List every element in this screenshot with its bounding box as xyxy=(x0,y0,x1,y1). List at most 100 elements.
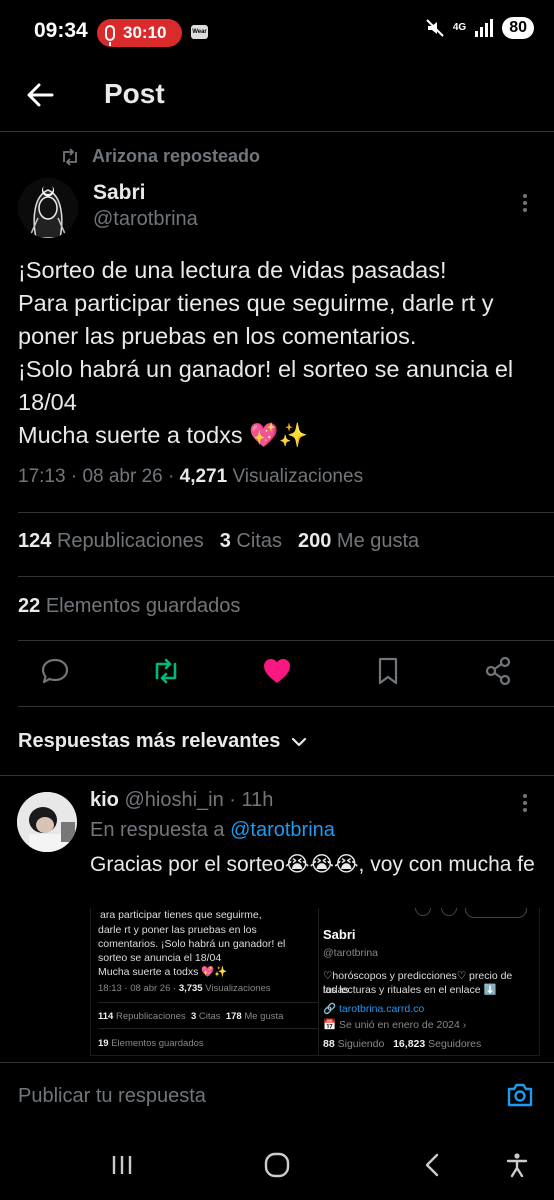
back-arrow-icon[interactable] xyxy=(26,81,54,109)
reply-image-left[interactable]: ara participar tienes que seguirme, darl… xyxy=(90,908,320,1056)
post-text: ¡Sorteo de una lectura de vidas pasadas!… xyxy=(18,257,514,448)
likes-stat[interactable]: 200 Me gusta xyxy=(298,530,419,553)
reply-image-right[interactable]: Sabri @tarotbrina ♡horóscopos y predicci… xyxy=(318,908,540,1056)
mini-saves-count: 19 xyxy=(98,1038,109,1049)
mini-profile-name: Sabri xyxy=(323,927,356,942)
reply-avatar[interactable] xyxy=(17,792,77,852)
replies-sort-dropdown[interactable]: Respuestas más relevantes xyxy=(18,730,308,753)
chevron-down-icon xyxy=(292,737,307,746)
recent-apps-icon[interactable] xyxy=(110,1152,136,1178)
mini-joined-text: Se unió en enero de 2024 xyxy=(339,1019,460,1031)
view-label: Visualizaciones xyxy=(232,466,364,487)
saves-label: Elementos guardados xyxy=(45,595,241,617)
reposts-stat[interactable]: 124 Republicaciones xyxy=(18,530,204,553)
divider xyxy=(98,1028,319,1029)
mini-meta-views-label: Visualizaciones xyxy=(205,983,271,994)
mini-joined: 📅 Se unió en enero de 2024 › xyxy=(323,1019,467,1031)
repost-label: Arizona reposteado xyxy=(92,146,261,166)
mini-text-line: comentarios. ¡Solo habrá un ganador! el xyxy=(98,938,286,950)
avatar-illustration xyxy=(18,178,78,238)
sort-label: Respuestas más relevantes xyxy=(18,730,281,752)
status-bar: 09:34 30:10 Wear 4G 80 xyxy=(0,0,554,66)
reply-author-name[interactable]: kio xyxy=(90,789,119,811)
heart-icon[interactable] xyxy=(262,656,292,686)
share-icon[interactable] xyxy=(483,656,513,686)
bookmark-icon[interactable] xyxy=(373,656,403,686)
mini-stats: 114 Republicaciones 3 Citas 178 Me gusta xyxy=(98,1010,283,1024)
mini-likes: 178 xyxy=(225,1011,242,1022)
reply-composer[interactable]: Publicar tu respuesta xyxy=(0,1062,554,1130)
saves-stat[interactable]: 22 Elementos guardados xyxy=(18,595,240,618)
mini-notify-icon xyxy=(441,908,457,916)
home-icon[interactable] xyxy=(264,1152,290,1178)
mini-text-line: sorteo se anuncia el 18/04 xyxy=(98,952,222,964)
mini-meta-views: 3,735 xyxy=(178,983,203,994)
divider xyxy=(98,1002,319,1003)
reply-header: kio @hioshi_in · 11h xyxy=(90,789,274,811)
divider xyxy=(18,512,554,513)
divider xyxy=(18,640,554,641)
mini-saves-label: Elementos guardados xyxy=(111,1038,204,1049)
mini-follow-button xyxy=(465,908,527,918)
likes-label: Me gusta xyxy=(336,530,420,552)
reposts-label: Republicaciones xyxy=(56,530,204,552)
likes-count: 200 xyxy=(297,530,332,552)
post-meta: 17:13 · 08 abr 26 · 4,271 Visualizacione… xyxy=(18,466,364,487)
reply-context: En respuesta a @tarotbrina xyxy=(90,819,335,842)
reply-input-placeholder[interactable]: Publicar tu respuesta xyxy=(18,1085,206,1108)
reposts-count: 124 xyxy=(18,530,52,552)
top-bar: Post xyxy=(0,66,554,132)
reply-to-mention[interactable]: @tarotbrina xyxy=(230,819,335,841)
mini-likes-label: Me gusta xyxy=(244,1011,284,1022)
system-navigation-bar xyxy=(0,1130,554,1200)
microphone-icon xyxy=(105,25,115,46)
engagement-stats: 124 Republicaciones 3 Citas 200 Me gusta xyxy=(18,530,419,553)
mini-meta: 18:13 · 08 abr 26 · 3,735 Visualizacione… xyxy=(98,982,271,996)
repost-icon[interactable] xyxy=(151,656,181,686)
page-title: Post xyxy=(104,78,165,109)
saves-count: 22 xyxy=(18,595,41,617)
network-type: 4G xyxy=(452,22,467,33)
mini-followers-count: 16,823 xyxy=(393,1038,426,1050)
post-time: 17:13 xyxy=(18,466,66,487)
repost-icon xyxy=(63,147,77,166)
status-time: 09:34 xyxy=(34,19,88,42)
mini-bio-line: las lecturas y rituales en el enlace ⬇️ xyxy=(323,984,497,996)
recording-timer: 30:10 xyxy=(123,23,167,42)
reply-icon[interactable] xyxy=(40,656,70,686)
more-options-icon[interactable] xyxy=(522,793,528,813)
reply-time: 11h xyxy=(241,789,274,811)
divider xyxy=(0,775,554,776)
quotes-stat[interactable]: 3 Citas xyxy=(220,530,282,553)
mini-follow-stats: 88 Siguiendo 16,823 Seguidores xyxy=(323,1037,481,1051)
mini-following-label: Siguiendo xyxy=(337,1038,385,1050)
screen-recording-indicator[interactable]: 30:10 xyxy=(97,19,182,47)
accessibility-icon[interactable] xyxy=(504,1152,530,1178)
mini-link: 🔗 tarotbrina.carrd.co xyxy=(323,1003,425,1015)
signal-icon xyxy=(475,19,494,37)
back-nav-icon[interactable] xyxy=(420,1152,446,1178)
mini-reposts-label: Republicaciones xyxy=(115,1011,186,1022)
avatar-photo xyxy=(17,792,77,852)
mini-reposts: 114 xyxy=(98,1011,114,1022)
author-avatar[interactable] xyxy=(18,178,78,238)
mini-meta-prefix: 18:13 · 08 abr 26 · xyxy=(98,983,177,994)
author-handle[interactable]: @tarotbrina xyxy=(93,208,198,231)
mini-text-line: darle rt y poner las pruebas en los xyxy=(98,924,257,936)
reply-author-handle[interactable]: @hioshi_in xyxy=(124,789,223,811)
mini-text-line: ara participar tienes que seguirme, xyxy=(100,909,262,921)
mini-more-icon xyxy=(415,908,431,916)
wear-icon: Wear xyxy=(191,25,208,39)
mini-followers-label: Seguidores xyxy=(428,1038,482,1050)
system-icons: 4G 80 xyxy=(425,17,534,39)
more-options-icon[interactable] xyxy=(522,193,528,213)
view-count[interactable]: 4,271 xyxy=(180,466,228,487)
mini-profile-handle: @tarotbrina xyxy=(323,947,379,959)
mini-following-count: 88 xyxy=(323,1038,335,1050)
repost-indicator[interactable]: Arizona reposteado xyxy=(60,146,260,167)
author-name[interactable]: Sabri xyxy=(93,181,146,205)
reply-text: Gracias por el sorteo😭😭😭, voy con mucha … xyxy=(90,853,535,876)
camera-icon[interactable] xyxy=(506,1081,534,1109)
mini-saves: 19 Elementos guardados xyxy=(98,1037,204,1051)
mute-icon xyxy=(426,19,444,37)
